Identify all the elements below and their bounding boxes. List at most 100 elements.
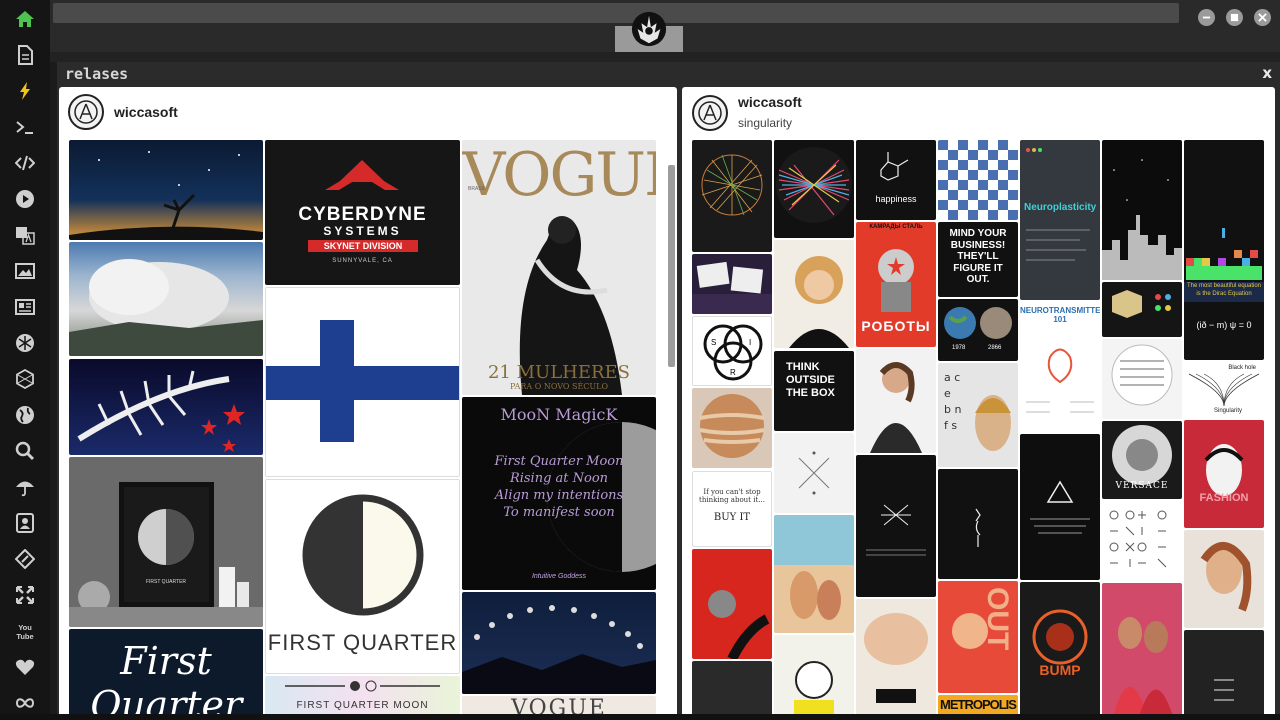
right-feed-card: wiccasoft singularity S I R If you can't s…: [682, 87, 1275, 720]
moon-frame-tile[interactable]: FIRST QUARTER: [69, 457, 263, 627]
image-icon[interactable]: [12, 258, 38, 284]
black-hole-tile[interactable]: Black hole Singularity: [1184, 362, 1264, 418]
woman-face-tile[interactable]: [1184, 530, 1264, 628]
svg-text:a c: a c: [944, 371, 960, 384]
chessboard-tile[interactable]: [938, 140, 1018, 220]
versace-tile[interactable]: VERSACE: [1102, 421, 1182, 499]
moon-phases-sky-tile[interactable]: [462, 592, 656, 694]
svg-text:e: e: [944, 387, 951, 400]
youtube-icon[interactable]: You Tube: [12, 618, 38, 644]
illustration-tile[interactable]: [774, 635, 854, 720]
lips-tile[interactable]: [856, 599, 936, 720]
think-outside-tile[interactable]: THINK OUTSIDE THE BOX: [774, 351, 854, 431]
contact-card-icon[interactable]: [12, 510, 38, 536]
jupiter-tile[interactable]: [692, 388, 772, 468]
first-quarter-poster-tile[interactable]: FIRST QUARTER: [265, 479, 460, 674]
translate-icon[interactable]: [12, 222, 38, 248]
starry-sky-tile[interactable]: [69, 140, 263, 240]
fashion-cover-tile[interactable]: FASHION: [1184, 420, 1264, 528]
relases-panel: relases x wiccasoft FIRST QUARTER First …: [57, 62, 1280, 720]
newspaper-tile[interactable]: [1102, 339, 1182, 419]
username[interactable]: wiccasoft: [114, 104, 178, 120]
minimize-button[interactable]: [1198, 9, 1215, 26]
close-window-button[interactable]: [1254, 9, 1271, 26]
red-hand-tile[interactable]: [692, 549, 772, 659]
umbrella-icon[interactable]: [12, 474, 38, 500]
svg-text:Tube: Tube: [16, 632, 33, 641]
atom-icon[interactable]: [12, 330, 38, 356]
scrollbar[interactable]: [668, 165, 675, 367]
finland-flag-tile[interactable]: [265, 287, 460, 477]
svg-text:b n: b n: [944, 403, 961, 416]
bump-poster-tile[interactable]: BUMP: [1020, 582, 1100, 720]
vogue-blonde-tile[interactable]: [774, 240, 854, 348]
skynet-label: SKYNET DIVISION: [308, 240, 418, 252]
globe-icon[interactable]: [12, 402, 38, 428]
moon-poem: First Quarter Moon Rising at Noon Align …: [494, 454, 624, 520]
svg-text:I: I: [749, 338, 751, 347]
address-bar[interactable]: [53, 3, 1179, 23]
city-night-tile[interactable]: [1102, 140, 1182, 280]
dark-poster-tile[interactable]: [1184, 630, 1264, 720]
woman-portrait-tile[interactable]: [856, 349, 936, 453]
play-icon[interactable]: [12, 186, 38, 212]
terminal-icon[interactable]: [12, 114, 38, 140]
avatar[interactable]: [692, 95, 728, 131]
maximize-button[interactable]: [1226, 9, 1243, 26]
heart-icon[interactable]: [12, 654, 38, 680]
first-quarter-script-tile[interactable]: First Quarter: [69, 629, 263, 720]
panel-close-button[interactable]: x: [1262, 64, 1272, 82]
neurotransmitters-tile[interactable]: NEUROTRANSMITTERS 101: [1020, 302, 1100, 432]
svg-text:R: R: [730, 368, 736, 377]
expand-icon[interactable]: [12, 582, 38, 608]
user-subtitle: singularity: [738, 116, 793, 130]
left-feed-card: wiccasoft FIRST QUARTER First Quarter CY…: [59, 87, 677, 720]
dirac-equation-tile[interactable]: The most beautiful equation is the Dirac…: [1184, 140, 1264, 360]
earth-planets-tile[interactable]: 1978 2866: [938, 299, 1018, 361]
buy-it-tile[interactable]: If you can't stop thinking about it... B…: [692, 471, 772, 547]
neuroplasticity-tile[interactable]: Neuroplasticity: [1020, 140, 1100, 300]
svg-text:You: You: [18, 623, 32, 632]
news-icon[interactable]: [12, 294, 38, 320]
username[interactable]: wiccasoft: [738, 94, 802, 110]
black-quote-tile[interactable]: [856, 455, 936, 597]
minimal-symbol-tile[interactable]: [938, 469, 1018, 579]
rebel-alliance-logo-icon: [630, 10, 668, 48]
sidebar: You Tube: [0, 0, 50, 720]
search-icon[interactable]: [12, 438, 38, 464]
triangle-quote-tile[interactable]: [1020, 434, 1100, 580]
happiness-tile[interactable]: happiness: [856, 140, 936, 220]
home-icon[interactable]: [12, 6, 38, 32]
color-lines-tile[interactable]: [774, 140, 854, 238]
panel-title: relases: [65, 65, 129, 83]
two-women-tile[interactable]: [1102, 583, 1182, 720]
robots-poster-tile[interactable]: КАМРАДЫ СТАЛЬ РОБОТЫ: [856, 222, 936, 347]
infinity-icon[interactable]: [12, 690, 38, 716]
hexagon-icon[interactable]: [12, 366, 38, 392]
geometric-x-tile[interactable]: [774, 433, 854, 513]
hexagon-tile[interactable]: [1102, 282, 1182, 337]
alphabet-face-tile[interactable]: a c e b n f s: [938, 363, 1018, 467]
document-icon[interactable]: [12, 42, 38, 68]
vogue-cover-tile[interactable]: VOGUE BRASIL 21 MULHERES PARA O NOVO SÉC…: [462, 140, 656, 395]
moon-magick-tile[interactable]: MooN MagicK First Quarter Moon Rising at…: [462, 397, 656, 590]
git-icon[interactable]: [12, 546, 38, 572]
code-icon[interactable]: [12, 150, 38, 176]
volcano-cloud-tile[interactable]: [69, 242, 263, 356]
sir-venn-tile[interactable]: S I R: [692, 316, 772, 386]
tab-strip: [50, 52, 1280, 62]
lightning-icon[interactable]: [12, 78, 38, 104]
chinese-poster-tile[interactable]: [692, 661, 772, 720]
string-art-tile[interactable]: [692, 140, 772, 252]
svg-text:S: S: [711, 338, 716, 347]
mind-business-tile[interactable]: MIND YOUR BUSINESS! THEY'LL FIGURE IT OU…: [938, 222, 1018, 297]
bottom-edge: [0, 714, 1280, 720]
cyberdyne-tile[interactable]: CYBERDYNE SYSTEMS SKYNET DIVISION SUNNYV…: [265, 140, 460, 285]
avatar[interactable]: [68, 94, 104, 130]
symbols-chart-tile[interactable]: [1102, 501, 1182, 581]
protest-tile[interactable]: [692, 254, 772, 314]
beach-women-tile[interactable]: [774, 515, 854, 633]
svg-text:f s: f s: [944, 419, 957, 432]
out-poster-tile[interactable]: OUT: [938, 581, 1018, 693]
nz-fern-flag-tile[interactable]: [69, 359, 263, 455]
